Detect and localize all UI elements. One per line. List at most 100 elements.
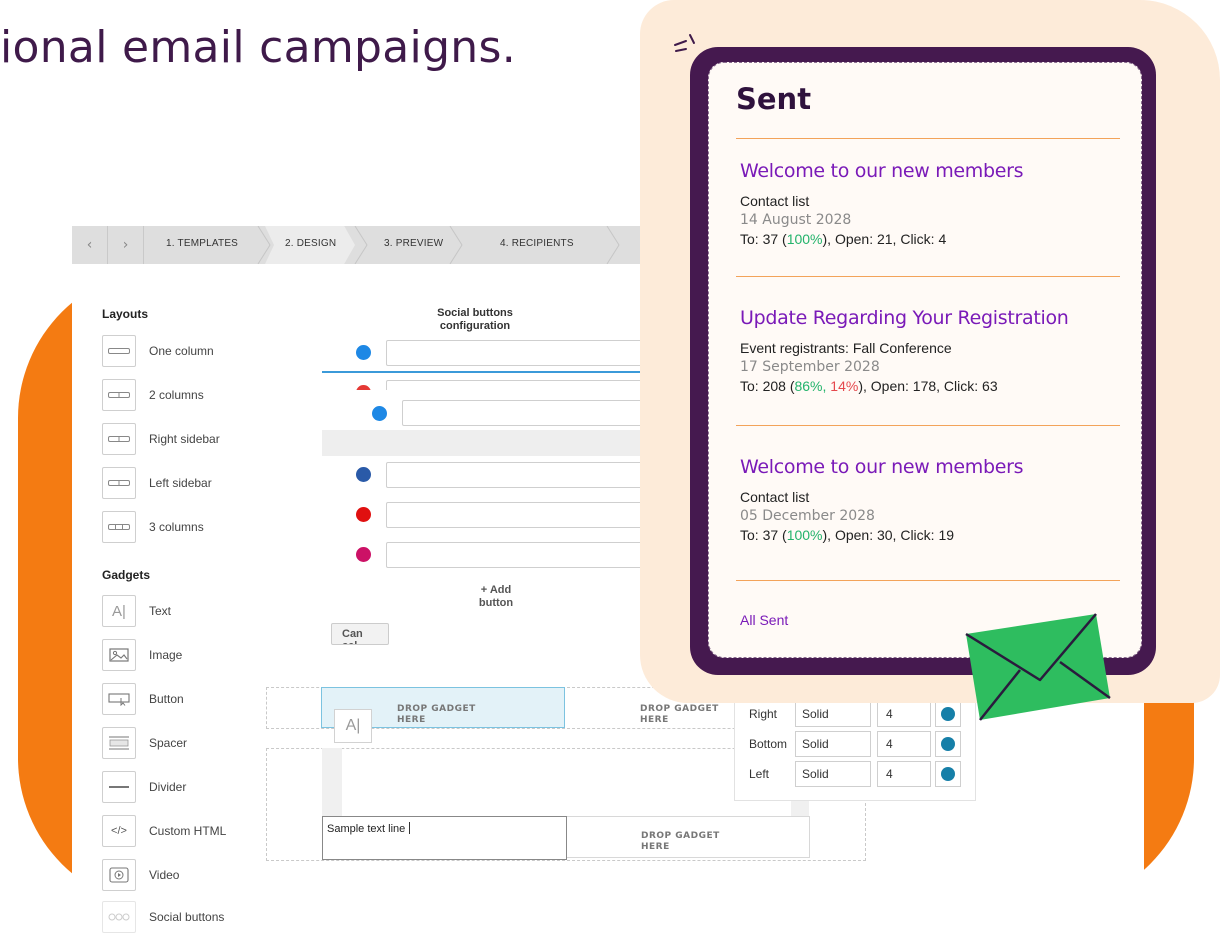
border-style-select[interactable]: Solid bbox=[795, 701, 871, 727]
sent-title: Sent bbox=[736, 82, 812, 116]
gadget-item-social-buttons[interactable]: Social buttons bbox=[102, 900, 224, 934]
social-url-input[interactable] bbox=[386, 340, 656, 366]
stats-delivered-pct: 100% bbox=[786, 231, 823, 247]
code-icon: </> bbox=[102, 815, 136, 847]
all-sent-link[interactable]: All Sent bbox=[740, 612, 788, 628]
stats-failed-pct: 14% bbox=[826, 378, 859, 394]
column-gutter bbox=[322, 748, 342, 816]
social-url-input[interactable] bbox=[386, 542, 656, 568]
social-config-title: Social buttons configuration bbox=[437, 307, 513, 332]
gadget-item-custom-html[interactable]: </> Custom HTML bbox=[102, 814, 226, 848]
tab-design[interactable]: 2. DESIGN bbox=[285, 238, 336, 249]
color-swatch bbox=[941, 737, 955, 751]
video-icon bbox=[102, 859, 136, 891]
dragged-social-button-row[interactable] bbox=[340, 398, 656, 430]
border-style-select[interactable]: Solid bbox=[795, 761, 871, 787]
social-button-row[interactable] bbox=[356, 380, 656, 390]
image-icon bbox=[102, 639, 136, 671]
sample-text: Sample text line bbox=[327, 823, 406, 835]
campaign-list: Contact list bbox=[740, 489, 810, 505]
border-style-select[interactable]: Solid bbox=[795, 731, 871, 757]
border-row-right: Right Solid 4 bbox=[735, 701, 975, 727]
stats-to: To: 37 ( bbox=[740, 527, 787, 543]
campaign-stats: To: 37 (100%), Open: 30, Click: 19 bbox=[740, 527, 1120, 543]
stats-to: To: 208 ( bbox=[740, 378, 795, 394]
layouts-heading: Layouts bbox=[102, 307, 149, 321]
stats-to: To: 37 ( bbox=[740, 231, 787, 247]
border-width-input[interactable]: 4 bbox=[877, 731, 931, 757]
social-button-row[interactable] bbox=[356, 502, 656, 528]
add-social-button[interactable]: + Add button bbox=[466, 584, 526, 610]
gadget-label: Image bbox=[149, 648, 183, 662]
drop-gadget-label: DROP GADGET HERE bbox=[640, 704, 719, 725]
social-color-dot[interactable] bbox=[356, 507, 371, 522]
column-gutter bbox=[791, 800, 809, 816]
stats-open-click: ), Open: 30, Click: 19 bbox=[822, 527, 955, 543]
social-button-row[interactable] bbox=[356, 542, 656, 568]
layout-label: 2 columns bbox=[149, 388, 204, 402]
campaign-name[interactable]: Welcome to our new members bbox=[740, 160, 1120, 182]
gadget-item-divider[interactable]: Divider bbox=[102, 770, 186, 804]
layout-item-three-columns[interactable]: 3 columns bbox=[102, 510, 204, 544]
left-sidebar-icon bbox=[102, 467, 136, 499]
gadget-label: Video bbox=[149, 868, 180, 882]
border-width-input[interactable]: 4 bbox=[877, 761, 931, 787]
layout-item-two-columns[interactable]: 2 columns bbox=[102, 378, 204, 412]
text-cursor bbox=[409, 822, 411, 834]
campaign-date: 05 December 2028 bbox=[740, 508, 875, 524]
social-url-input[interactable] bbox=[386, 380, 656, 390]
sample-text-block[interactable]: Sample text line bbox=[322, 816, 567, 860]
gadget-item-image[interactable]: Image bbox=[102, 638, 182, 672]
border-color-picker[interactable] bbox=[935, 761, 961, 787]
layout-label: Right sidebar bbox=[149, 432, 220, 446]
one-column-icon bbox=[102, 335, 136, 367]
social-url-input[interactable] bbox=[386, 502, 656, 528]
cancel-button[interactable]: Can cel bbox=[331, 623, 389, 645]
page-headline: ional email campaigns. bbox=[0, 22, 516, 73]
tab-preview[interactable]: 3. PREVIEW bbox=[384, 238, 443, 249]
divider-icon bbox=[102, 771, 136, 803]
social-color-dot[interactable] bbox=[372, 406, 387, 421]
gadget-item-video[interactable]: Video bbox=[102, 858, 179, 892]
border-width-input[interactable]: 4 bbox=[877, 701, 931, 727]
border-side-label: Left bbox=[749, 767, 770, 781]
two-columns-icon bbox=[102, 379, 136, 411]
campaign-list: Contact list bbox=[740, 193, 810, 209]
gadget-item-spacer[interactable]: Spacer bbox=[102, 726, 187, 760]
border-row-bottom: Bottom Solid 4 bbox=[735, 731, 975, 757]
campaign-list: Event registrants: Fall Conference bbox=[740, 340, 952, 356]
gadget-item-button[interactable]: Button bbox=[102, 682, 184, 716]
social-url-input[interactable] bbox=[386, 462, 656, 488]
campaign-stats: To: 37 (100%), Open: 21, Click: 4 bbox=[740, 231, 1120, 247]
border-color-picker[interactable] bbox=[935, 731, 961, 757]
dragged-text-icon: A| bbox=[334, 709, 372, 743]
social-color-dot[interactable] bbox=[356, 467, 371, 482]
social-color-dot[interactable] bbox=[356, 345, 371, 360]
border-side-label: Bottom bbox=[749, 737, 788, 751]
gadget-item-text[interactable]: A| Text bbox=[102, 594, 171, 628]
divider bbox=[736, 276, 1120, 277]
social-button-row[interactable] bbox=[356, 462, 656, 488]
campaign-date: 17 September 2028 bbox=[740, 359, 880, 375]
layout-item-right-sidebar[interactable]: Right sidebar bbox=[102, 422, 220, 456]
gadget-label: Divider bbox=[149, 780, 187, 794]
campaign-item[interactable]: Welcome to our new members Contact list … bbox=[740, 160, 1120, 247]
layout-label: One column bbox=[149, 344, 214, 358]
social-button-row[interactable] bbox=[356, 340, 656, 366]
campaign-item[interactable]: Welcome to our new members Contact list … bbox=[740, 456, 1120, 543]
social-url-input[interactable] bbox=[402, 400, 656, 426]
divider bbox=[736, 580, 1120, 581]
campaign-item[interactable]: Update Regarding Your Registration Event… bbox=[740, 307, 1120, 394]
tab-recipients[interactable]: 4. RECIPIENTS bbox=[500, 238, 574, 249]
layout-item-one-column[interactable]: One column bbox=[102, 334, 214, 368]
gadget-label: Social buttons bbox=[149, 910, 225, 924]
layout-item-left-sidebar[interactable]: Left sidebar bbox=[102, 466, 212, 500]
campaign-name[interactable]: Welcome to our new members bbox=[740, 456, 1120, 478]
stats-delivered-pct: 100% bbox=[786, 527, 823, 543]
border-color-picker[interactable] bbox=[935, 701, 961, 727]
sparkle-icon bbox=[674, 34, 695, 52]
social-color-dot[interactable] bbox=[356, 385, 371, 390]
social-color-dot[interactable] bbox=[356, 547, 371, 562]
campaign-name[interactable]: Update Regarding Your Registration bbox=[740, 307, 1120, 329]
tab-templates[interactable]: 1. TEMPLATES bbox=[166, 238, 238, 249]
